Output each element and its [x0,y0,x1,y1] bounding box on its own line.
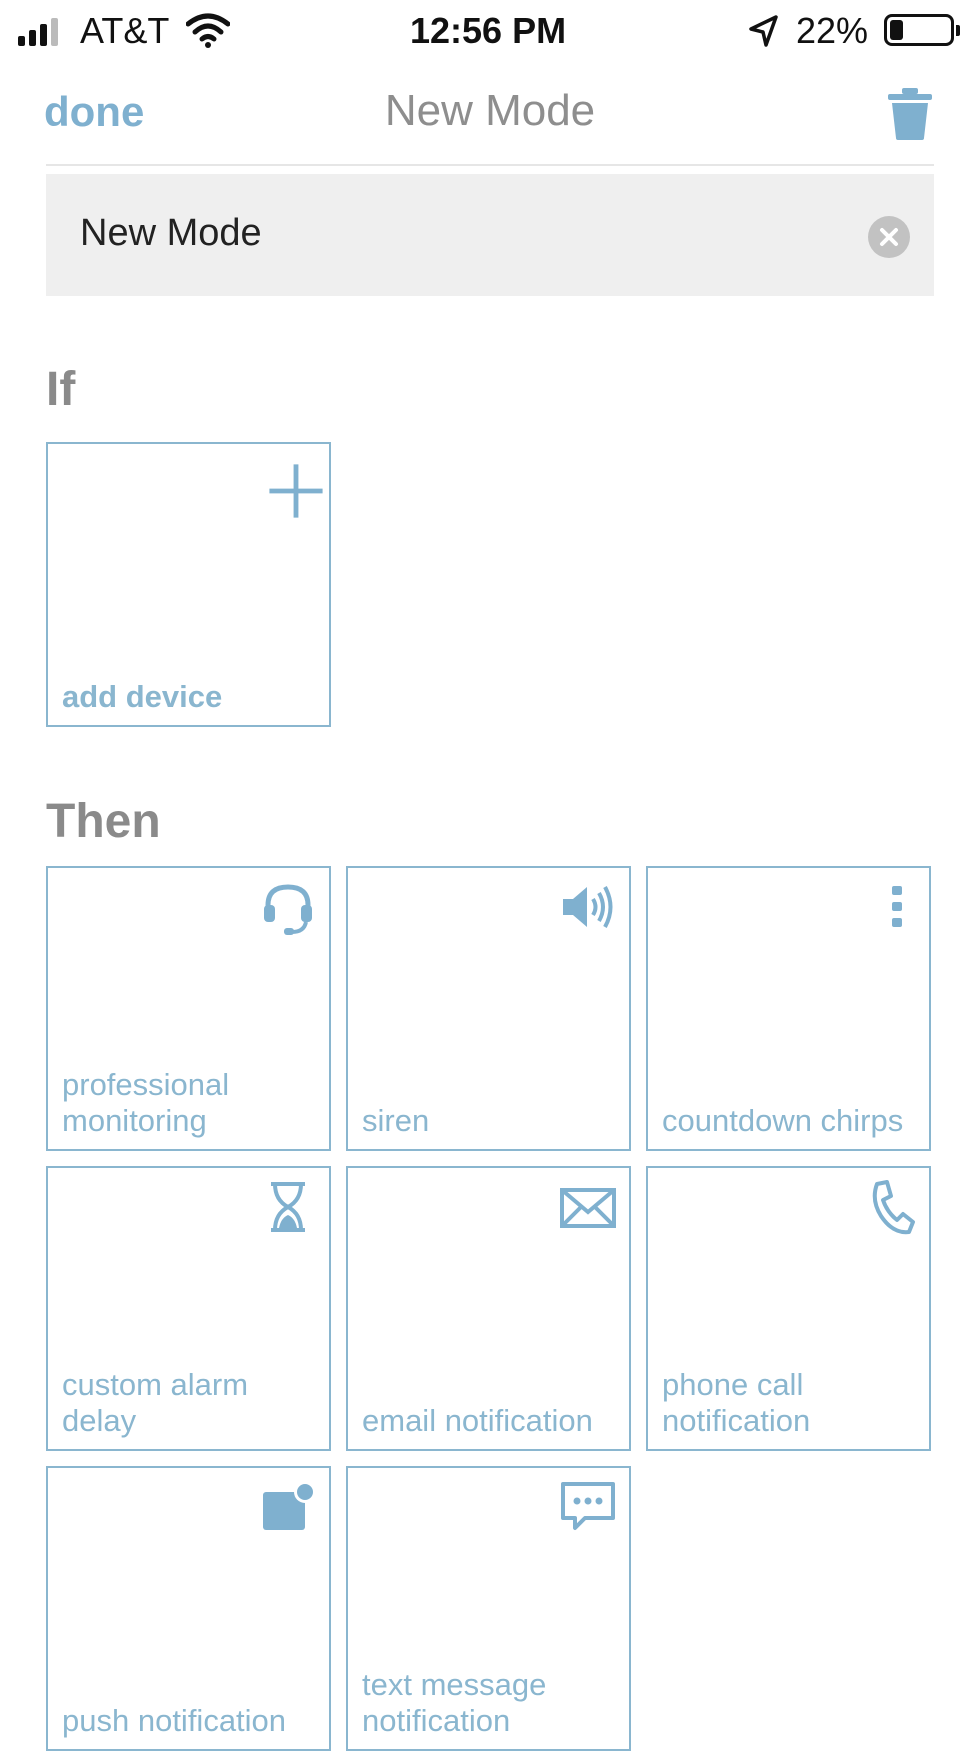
then-tile-professional-monitoring[interactable]: professional monitoring [46,866,331,1151]
phone-icon [859,1178,917,1236]
speaker-icon [559,878,617,936]
page-title: New Mode [384,86,596,135]
carrier-label: AT&T [80,10,170,51]
battery-percent: 22% [796,10,869,51]
then-tile-email-notification[interactable]: email notification [346,1166,631,1451]
tile-label: email notification [362,1403,593,1438]
tile-label: professional monitoring [62,1067,230,1138]
push-badge-icon [259,1478,317,1536]
add-device-tile[interactable]: add device [46,442,331,727]
location-arrow-icon [748,14,780,48]
then-tile-siren[interactable]: siren [346,866,631,1151]
clear-circle-icon[interactable] [868,216,910,258]
then-tile-countdown-chirps[interactable]: countdown chirps [646,866,931,1151]
signal-strength-icon [18,16,70,46]
tile-label: text message notification [362,1667,547,1738]
battery-icon [884,14,966,50]
status-bar: AT&T 12:56 PM 22% [0,0,980,64]
mode-name-value: New Mode [80,212,262,254]
then-tile-text-message-notification[interactable]: text message notification [346,1466,631,1751]
tile-label: push notification [62,1703,287,1738]
add-device-label: add device [62,679,223,714]
envelope-icon [559,1178,617,1236]
then-tile-push-notification[interactable]: push notification [46,1466,331,1751]
wifi-icon [185,12,231,48]
tile-label: siren [362,1103,430,1138]
then-tile-phone-call-notification[interactable]: phone call notification [646,1166,931,1451]
then-section-title: Then [46,795,161,848]
plus-icon [267,462,323,518]
tile-label: countdown chirps [662,1103,904,1138]
hourglass-icon [259,1178,317,1236]
nav-divider [46,164,934,166]
headset-icon [259,878,317,936]
trash-icon[interactable] [888,88,932,140]
clock: 12:56 PM [410,10,567,51]
dots-vertical-icon [859,878,917,936]
if-section-title: If [46,363,76,416]
chat-bubble-icon [559,1478,617,1536]
then-tile-custom-alarm-delay[interactable]: custom alarm delay [46,1166,331,1451]
tile-label: phone call notification [662,1367,811,1438]
mode-name-field[interactable]: New Mode [46,174,934,296]
tile-label: custom alarm delay [62,1367,249,1438]
